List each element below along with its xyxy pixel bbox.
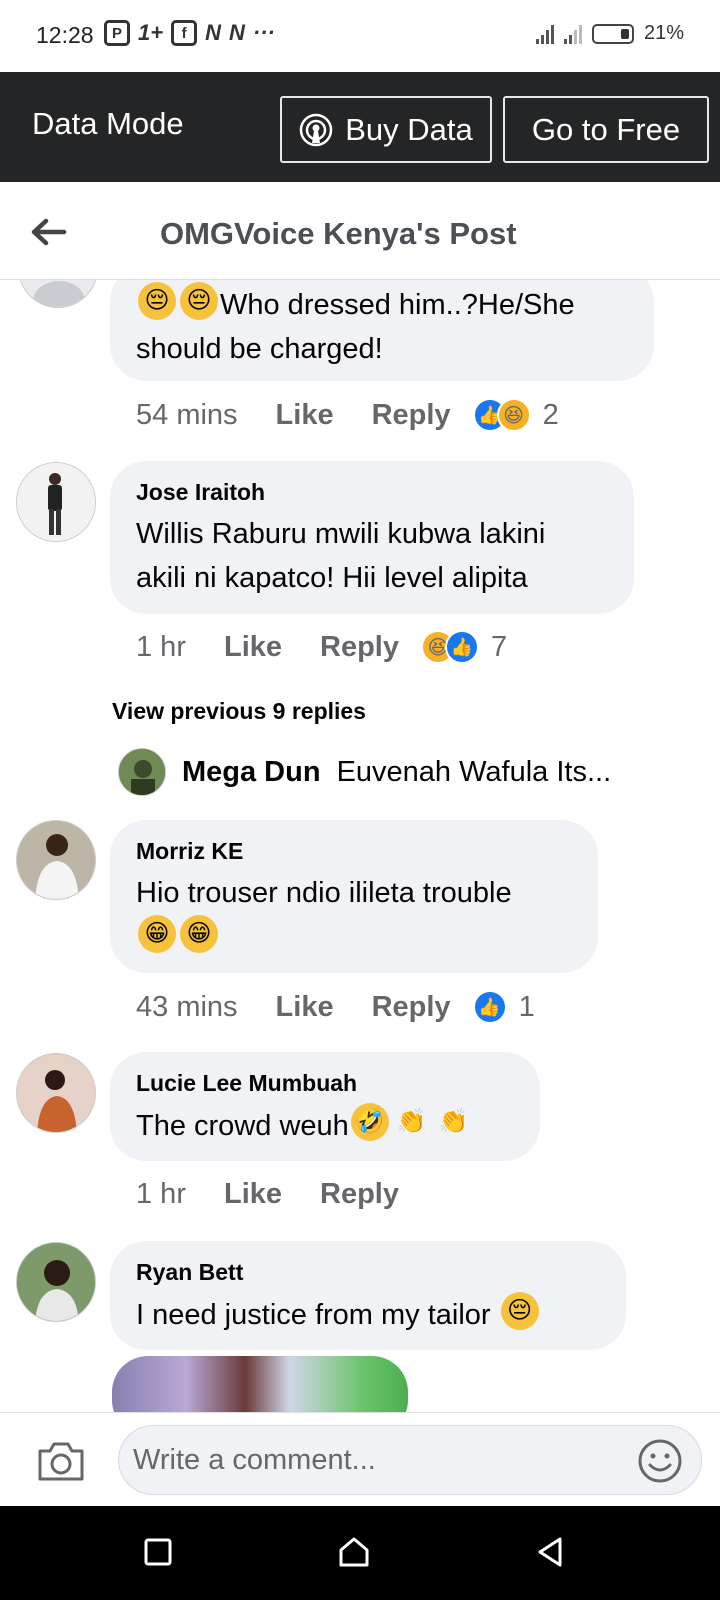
comment-bubble[interactable]: Ryan Bett I need justice from my tailor …	[110, 1241, 626, 1350]
like-button[interactable]: Like	[276, 991, 334, 1024]
comment-actions: 1 hr Like Reply 😆 👍 7	[136, 630, 507, 664]
rolling-laughing-emoji: 🤣	[350, 1103, 389, 1141]
battery-percent: 21%	[643, 22, 684, 44]
reaction-count: 2	[542, 398, 559, 431]
news-app-icon: N	[205, 20, 221, 45]
smiley-face-icon[interactable]	[637, 1438, 683, 1484]
page-title: OMGVoice Kenya's Post	[160, 216, 517, 251]
grinning-face-emoji: 😁	[180, 915, 218, 953]
camera-icon[interactable]	[36, 1439, 86, 1483]
like-reaction-icon: 👍	[445, 630, 479, 664]
comment-text: I need justice from my tailor 😔	[136, 1292, 600, 1337]
avatar[interactable]	[16, 1053, 96, 1133]
more-notifications-icon: ···	[252, 20, 275, 45]
avatar[interactable]	[18, 280, 98, 308]
comments-feed[interactable]: 😔 😔 Who dressed him..?He/She should be cha…	[0, 280, 720, 1412]
pensive-face-emoji: 😔	[138, 282, 176, 320]
facebook-notification-icon: f	[171, 20, 198, 46]
reaction-count: 1	[518, 990, 535, 1023]
comment-bubble[interactable]: Morriz KE Hio trouser ndio ilileta troub…	[110, 820, 598, 973]
post-header: OMGVoice Kenya's Post	[0, 182, 720, 280]
comment-input[interactable]: Write a comment...	[118, 1425, 702, 1495]
back-triangle-icon[interactable]	[532, 1534, 568, 1570]
commenter-name[interactable]: Morriz KE	[136, 838, 572, 865]
like-button[interactable]: Like	[224, 1178, 282, 1211]
comment-actions: 43 mins Like Reply 👍 1	[136, 990, 535, 1024]
comment-actions: 54 mins Like Reply 👍 😆 2	[136, 398, 559, 432]
comment-time: 43 mins	[136, 990, 238, 1023]
commenter-name[interactable]: Ryan Bett	[136, 1259, 600, 1286]
avatar[interactable]	[118, 748, 166, 796]
reply-preview-text: Euvenah Wafula Its...	[336, 755, 612, 788]
battery-icon	[591, 23, 634, 44]
comment-text: Hio trouser ndio ilileta trouble	[136, 877, 512, 909]
comment-actions: 1 hr Like Reply	[136, 1178, 399, 1211]
comment-time: 54 mins	[136, 398, 238, 431]
comment-time: 1 hr	[136, 1178, 186, 1210]
comment-text: akili ni kapatco! Hii level alipita	[136, 562, 528, 594]
comment-input-placeholder: Write a comment...	[133, 1444, 376, 1476]
buy-data-label: Buy Data	[345, 111, 473, 147]
avatar[interactable]	[16, 820, 96, 900]
commenter-name[interactable]: Jose Iraitoh	[136, 479, 608, 506]
news-app-icon-2: N	[228, 20, 245, 45]
like-reaction-icon: 👍	[472, 990, 507, 1024]
system-indicators: 21%	[535, 22, 684, 45]
comment-text: The crowd weuh 🤣 👏 👏	[136, 1103, 514, 1148]
comment-emojis: 😁 😁	[136, 915, 572, 960]
comment-bubble[interactable]: 😔 😔 Who dressed him..?He/She should be cha…	[110, 280, 654, 381]
recents-square-icon[interactable]	[140, 1534, 176, 1570]
reply-button[interactable]: Reply	[320, 1178, 399, 1211]
go-to-free-label: Go to Free	[531, 111, 681, 147]
data-mode-title: Data Mode	[32, 106, 184, 141]
notification-icons: P 1+ f N N ···	[104, 20, 275, 46]
pensive-face-emoji: 😔	[500, 1292, 539, 1330]
reactions[interactable]: 😆 👍 7	[421, 630, 507, 664]
avatar[interactable]	[16, 1242, 96, 1322]
comment-bubble[interactable]: Lucie Lee Mumbuah The crowd weuh 🤣 👏 👏	[110, 1052, 540, 1161]
commenter-name[interactable]: Lucie Lee Mumbuah	[136, 1070, 514, 1097]
back-arrow-icon[interactable]	[28, 212, 68, 252]
reply-preview[interactable]: Mega Dun Euvenah Wafula Its...	[118, 748, 611, 796]
comment-composer: Write a comment...	[0, 1412, 720, 1506]
home-icon[interactable]	[336, 1534, 372, 1570]
system-nav-bar	[0, 1506, 720, 1600]
reply-button[interactable]: Reply	[372, 399, 451, 432]
clapping-hands-emoji: 👏	[438, 1108, 469, 1135]
reply-button[interactable]: Reply	[372, 991, 451, 1024]
buy-data-button[interactable]: Buy Data	[280, 96, 492, 163]
pensive-face-emoji: 😔	[180, 282, 218, 320]
view-previous-replies-link[interactable]: View previous 9 replies	[112, 698, 366, 725]
comment-bubble[interactable]: Jose Iraitoh Willis Raburu mwili kubwa l…	[110, 461, 634, 614]
reply-button[interactable]: Reply	[320, 631, 399, 664]
signal-icon-2	[563, 24, 582, 44]
clapping-hands-emoji: 👏	[396, 1108, 427, 1135]
broadcast-icon	[299, 113, 333, 146]
comment-time: 1 hr	[136, 630, 186, 663]
status-bar: 12:28 P 1+ f N N ··· 21%	[0, 0, 720, 72]
go-to-free-button[interactable]: Go to Free	[503, 96, 709, 163]
reactions[interactable]: 👍 1	[472, 990, 535, 1024]
avatar[interactable]	[16, 462, 96, 542]
data-mode-bar: Data Mode Buy Data Go to Free	[0, 72, 720, 182]
comment-text: Willis Raburu mwili kubwa lakini	[136, 518, 546, 550]
comment-attachment-image[interactable]	[112, 1356, 408, 1412]
haha-reaction-icon: 😆	[496, 398, 531, 432]
grinning-face-emoji: 😁	[138, 915, 176, 953]
signal-icon	[535, 24, 554, 44]
add-user-notification-icon: 1+	[138, 20, 164, 45]
reply-author-name[interactable]: Mega Dun	[182, 756, 321, 789]
like-button[interactable]: Like	[224, 631, 282, 664]
reaction-count: 7	[491, 630, 508, 663]
like-button[interactable]: Like	[276, 399, 334, 432]
status-time: 12:28	[36, 22, 94, 48]
parking-app-icon: P	[104, 20, 130, 46]
comment-text: 😔 😔 Who dressed him..?He/She should be cha…	[136, 282, 628, 371]
reactions[interactable]: 👍 😆 2	[472, 398, 559, 432]
